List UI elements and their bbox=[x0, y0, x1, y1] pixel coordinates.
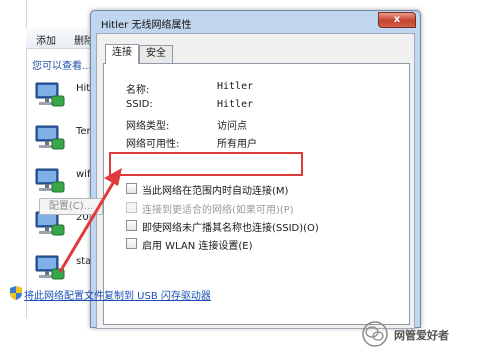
dialog-title: Hitler 无线网络属性 bbox=[101, 20, 192, 31]
uac-shield-icon bbox=[10, 286, 22, 300]
ssid-label: SSID: bbox=[126, 99, 153, 110]
auto-connect-checkbox[interactable] bbox=[126, 183, 137, 194]
hidden-ssid-label: 即使网络未广播其名称也连接(SSID)(O) bbox=[142, 223, 319, 234]
network-icon bbox=[35, 125, 65, 150]
close-icon: x bbox=[393, 14, 401, 25]
connection-panel: 名称: Hitler SSID: Hitler 网络类型: 访问点 网络可用性:… bbox=[103, 63, 410, 325]
network-item[interactable]: wifi bbox=[32, 163, 94, 203]
availability-label: 网络可用性: bbox=[126, 139, 180, 150]
network-icon bbox=[35, 255, 65, 280]
availability-value: 所有用户 bbox=[217, 139, 257, 150]
prefer-network-label: 连接到更适合的网络(如果可用)(P) bbox=[142, 205, 294, 216]
dialog-body: 连接 安全 名称: Hitler SSID: Hitler 网络类型: 访问点 … bbox=[96, 33, 415, 329]
configure-button: 配置(C)... bbox=[39, 198, 103, 215]
name-value: Hitler bbox=[217, 81, 254, 92]
hidden-ssid-checkbox[interactable] bbox=[126, 220, 137, 231]
network-type-value: 访问点 bbox=[217, 121, 247, 132]
add-button[interactable]: 添加 bbox=[36, 32, 56, 47]
tab-security[interactable]: 安全 bbox=[139, 45, 173, 63]
name-label: 名称: bbox=[126, 85, 150, 96]
watermark-text: 网管爱好者 bbox=[394, 329, 449, 342]
prefer-network-checkbox bbox=[126, 202, 137, 213]
auto-connect-label: 当此网络在范围内时自动连接(M) bbox=[142, 186, 289, 197]
network-icon bbox=[35, 82, 65, 107]
network-icon bbox=[35, 168, 65, 193]
ssid-value: Hitler bbox=[217, 99, 254, 110]
watermark: 网管爱好者 bbox=[362, 318, 479, 352]
network-type-label: 网络类型: bbox=[126, 121, 170, 132]
wlan-settings-label: 启用 WLAN 连接设置(E) bbox=[142, 241, 253, 252]
network-item[interactable]: Hitl bbox=[32, 77, 94, 117]
close-button[interactable]: x bbox=[378, 12, 416, 28]
network-item[interactable]: Ten bbox=[32, 120, 94, 160]
tab-connection[interactable]: 连接 bbox=[105, 44, 139, 64]
wechat-logo-icon bbox=[362, 321, 388, 347]
network-list-heading: 您可以查看... bbox=[32, 61, 92, 72]
wlan-settings-checkbox[interactable] bbox=[126, 238, 137, 249]
network-name: sta bbox=[76, 256, 92, 267]
highlight-box bbox=[109, 152, 303, 176]
copy-to-usb-link[interactable]: 将此网络配置文件复制到 USB 闪存驱动器 bbox=[24, 287, 211, 302]
network-item[interactable]: sta bbox=[32, 250, 94, 290]
